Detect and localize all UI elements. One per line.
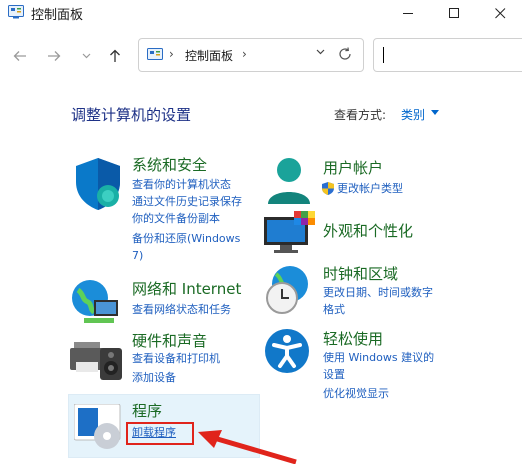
ease-link[interactable]: 设置 <box>323 367 345 383</box>
maximize-button[interactable] <box>432 0 477 27</box>
user-icon[interactable] <box>266 156 312 206</box>
forward-button[interactable] <box>42 44 66 68</box>
system-link[interactable]: 7) <box>132 248 143 264</box>
breadcrumb-separator[interactable]: › <box>242 47 247 61</box>
control-panel-icon <box>147 48 163 60</box>
printer-speaker-icon[interactable] <box>70 336 126 382</box>
title-bar: 控制面板 <box>0 0 522 27</box>
annotation-highlight-box <box>126 422 194 445</box>
chevron-down-icon[interactable] <box>316 49 325 55</box>
system-link[interactable]: 备份和还原(Windows <box>132 231 240 247</box>
recent-locations-button[interactable] <box>74 44 98 68</box>
hardware-link[interactable]: 添加设备 <box>132 370 176 386</box>
ease-link[interactable]: 使用 Windows 建议的 <box>323 350 434 366</box>
arrow-left-icon <box>13 51 26 61</box>
breadcrumb-control-panel[interactable]: 控制面板 <box>185 47 233 64</box>
close-button[interactable] <box>478 0 522 27</box>
uac-shield-icon <box>322 182 334 195</box>
hardware-link[interactable]: 查看设备和打印机 <box>132 351 220 367</box>
user-link[interactable]: 更改帐户类型 <box>337 181 403 197</box>
navigation-bar: › 控制面板 › <box>0 27 522 85</box>
breadcrumb-separator[interactable]: › <box>169 47 174 61</box>
system-security-title[interactable]: 系统和安全 <box>132 154 207 175</box>
annotation-arrow <box>198 430 297 464</box>
shield-icon[interactable] <box>73 156 123 212</box>
minimize-button[interactable] <box>386 0 431 27</box>
hardware-title[interactable]: 硬件和声音 <box>132 330 207 351</box>
ease-link[interactable]: 优化视觉显示 <box>323 386 389 402</box>
clock-link[interactable]: 格式 <box>323 302 345 318</box>
refresh-icon[interactable] <box>338 47 352 61</box>
user-accounts-title[interactable]: 用户帐户 <box>323 157 383 178</box>
clock-globe-icon[interactable] <box>264 264 314 316</box>
appearance-title[interactable]: 外观和个性化 <box>323 220 413 241</box>
system-link[interactable]: 查看你的计算机状态 <box>132 177 231 193</box>
programs-title[interactable]: 程序 <box>132 400 162 421</box>
system-link[interactable]: 通过文件历史记录保存 <box>132 194 242 210</box>
network-link[interactable]: 查看网络状态和任务 <box>132 302 231 318</box>
view-by-label: 查看方式: <box>334 108 387 122</box>
address-bar[interactable]: › 控制面板 › <box>138 38 364 72</box>
up-button[interactable] <box>103 44 127 68</box>
clock-region-title[interactable]: 时钟和区域 <box>323 263 398 284</box>
page-title: 调整计算机的设置 <box>71 106 192 124</box>
caret-down-icon[interactable] <box>431 110 439 115</box>
chevron-down-icon <box>82 53 90 59</box>
network-globe-icon[interactable] <box>70 276 122 326</box>
system-link[interactable]: 你的文件备份副本 <box>132 211 220 227</box>
clock-link[interactable]: 更改日期、时间或数字 <box>323 285 433 301</box>
maximize-icon <box>449 8 459 18</box>
programs-icon[interactable] <box>74 404 124 450</box>
arrow-up-icon <box>110 49 120 62</box>
text-cursor <box>383 47 384 63</box>
accessibility-icon[interactable] <box>264 328 310 374</box>
arrow-right-icon <box>48 51 61 61</box>
control-panel-icon <box>8 5 24 19</box>
back-button[interactable] <box>8 44 32 68</box>
view-by-dropdown[interactable]: 类别 <box>401 106 425 123</box>
monitor-palette-icon[interactable] <box>264 211 316 255</box>
ease-of-access-title[interactable]: 轻松使用 <box>323 328 383 349</box>
window-title: 控制面板 <box>31 8 84 23</box>
search-input[interactable] <box>373 38 522 72</box>
close-icon <box>495 8 506 19</box>
network-title[interactable]: 网络和 Internet <box>132 278 241 299</box>
minimize-icon <box>403 13 413 14</box>
